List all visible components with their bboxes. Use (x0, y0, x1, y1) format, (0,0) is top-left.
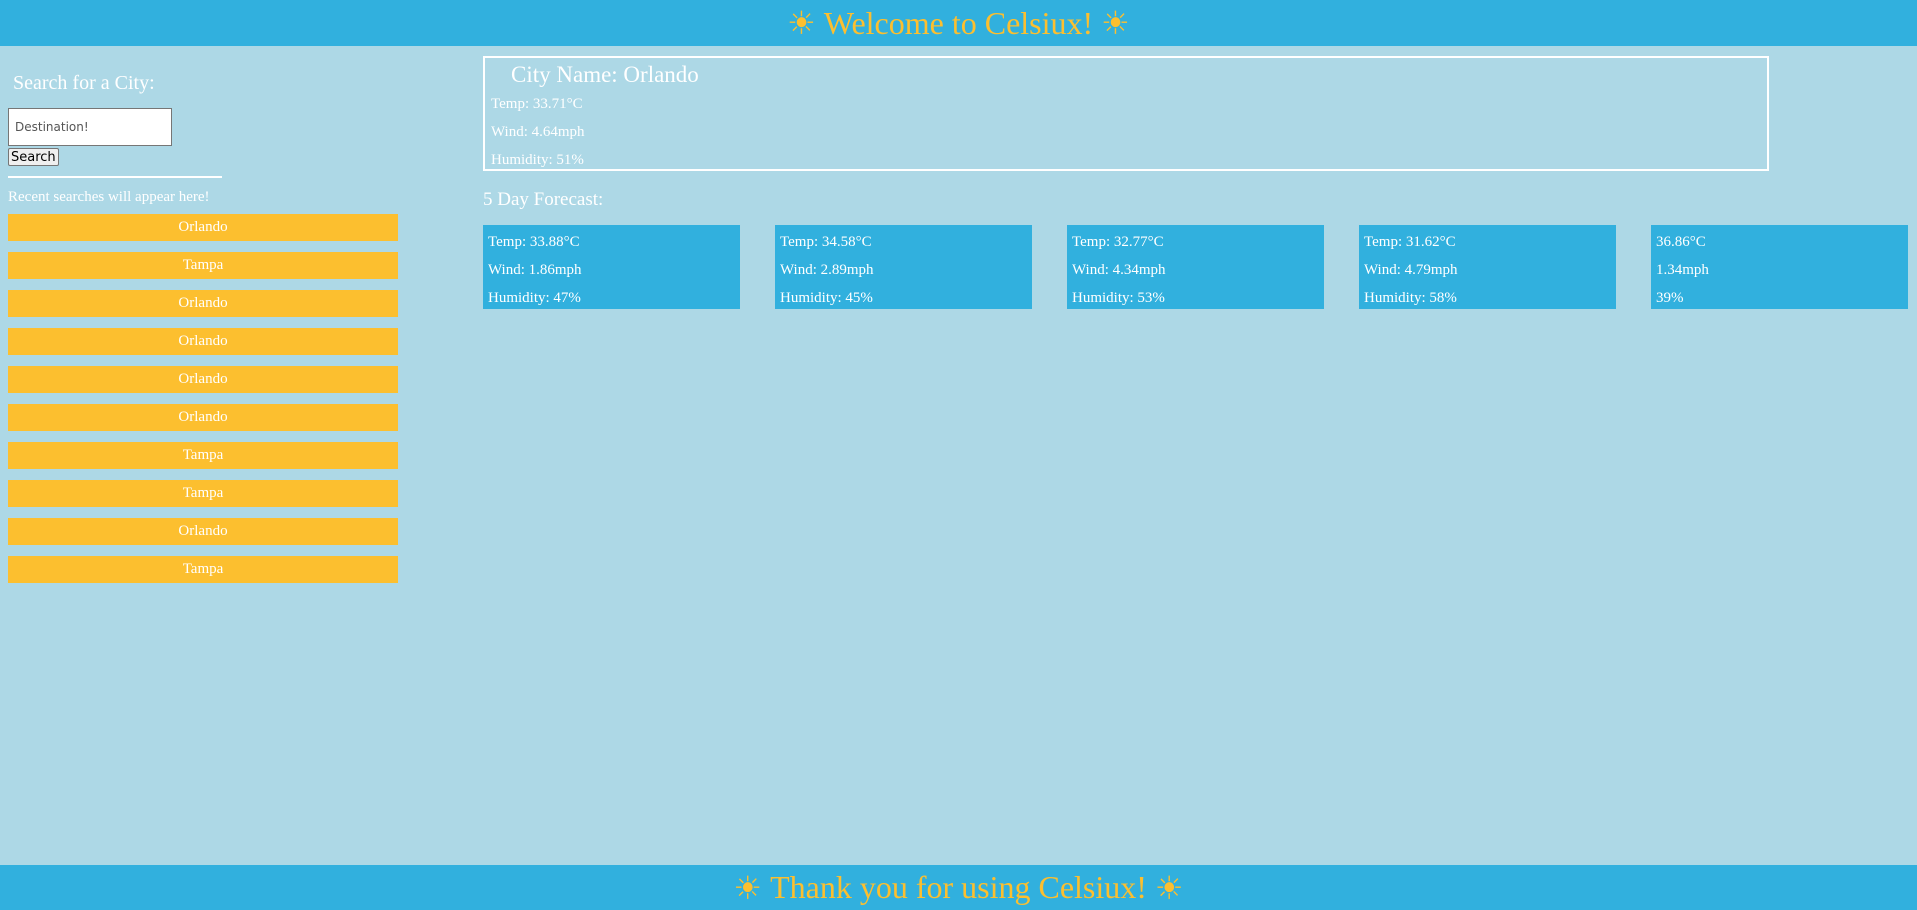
forecast-card: 36.86°C 1.34mph 39% (1651, 225, 1908, 309)
forecast-card: Temp: 31.62°C Wind: 4.79mph Humidity: 58… (1359, 225, 1616, 309)
recent-search-button[interactable]: Orlando (8, 518, 398, 545)
current-wind: Wind: 4.64mph (491, 124, 585, 140)
recent-search-button[interactable]: Orlando (8, 214, 398, 241)
recent-search-button[interactable]: Tampa (8, 252, 398, 279)
recent-search-button[interactable]: Orlando (8, 328, 398, 355)
forecast-temp: Temp: 34.58°C (780, 234, 872, 250)
search-input[interactable] (8, 108, 172, 146)
forecast-humidity: Humidity: 47% (488, 290, 581, 306)
current-humidity: Humidity: 51% (491, 152, 584, 168)
page-footer: ☀ Thank you for using Celsiux! ☀ (0, 865, 1917, 910)
recent-search-button[interactable]: Orlando (8, 290, 398, 317)
recent-searches-list: Orlando Tampa Orlando Orlando Orlando Or… (8, 214, 398, 583)
city-name: City Name: Orlando (511, 62, 699, 87)
sun-icon: ☀ (733, 869, 763, 906)
forecast-humidity: Humidity: 45% (780, 290, 873, 306)
forecast-wind: Wind: 2.89mph (780, 262, 874, 278)
forecast-card: Temp: 34.58°C Wind: 2.89mph Humidity: 45… (775, 225, 1032, 309)
search-label: Search for a City: (13, 72, 155, 94)
recent-search-button[interactable]: Tampa (8, 556, 398, 583)
current-weather-card: City Name: Orlando Temp: 33.71°C Wind: 4… (483, 56, 1769, 171)
recent-search-button[interactable]: Tampa (8, 442, 398, 469)
sun-icon: ☀ (1154, 869, 1184, 906)
forecast-temp: 36.86°C (1656, 234, 1706, 250)
sun-icon: ☀ (1101, 5, 1130, 41)
sidebar: Search for a City: Search Recent searche… (8, 58, 398, 594)
forecast-wind: 1.34mph (1656, 262, 1709, 278)
search-button[interactable]: Search (8, 148, 59, 166)
forecast-wind: Wind: 1.86mph (488, 262, 582, 278)
forecast-wind: Wind: 4.34mph (1072, 262, 1166, 278)
forecast-humidity: Humidity: 53% (1072, 290, 1165, 306)
recent-search-button[interactable]: Orlando (8, 404, 398, 431)
sun-icon: ☀ (787, 5, 816, 41)
recent-search-button[interactable]: Tampa (8, 480, 398, 507)
current-temp: Temp: 33.71°C (491, 96, 583, 112)
forecast-humidity: 39% (1656, 290, 1684, 306)
divider (8, 176, 222, 178)
forecast-wind: Wind: 4.79mph (1364, 262, 1458, 278)
recent-searches-note: Recent searches will appear here! (8, 189, 210, 205)
forecast-card: Temp: 33.88°C Wind: 1.86mph Humidity: 47… (483, 225, 740, 309)
footer-text: Thank you for using Celsiux! (770, 869, 1147, 905)
forecast-card: Temp: 32.77°C Wind: 4.34mph Humidity: 53… (1067, 225, 1324, 309)
forecast-temp: Temp: 32.77°C (1072, 234, 1164, 250)
page-header: ☀ Welcome to Celsiux! ☀ (0, 0, 1917, 46)
forecast-temp: Temp: 31.62°C (1364, 234, 1456, 250)
header-title: Welcome to Celsiux! (823, 4, 1094, 41)
forecast-title: 5 Day Forecast: (483, 189, 604, 210)
forecast-humidity: Humidity: 58% (1364, 290, 1457, 306)
recent-search-button[interactable]: Orlando (8, 366, 398, 393)
forecast-temp: Temp: 33.88°C (488, 234, 580, 250)
